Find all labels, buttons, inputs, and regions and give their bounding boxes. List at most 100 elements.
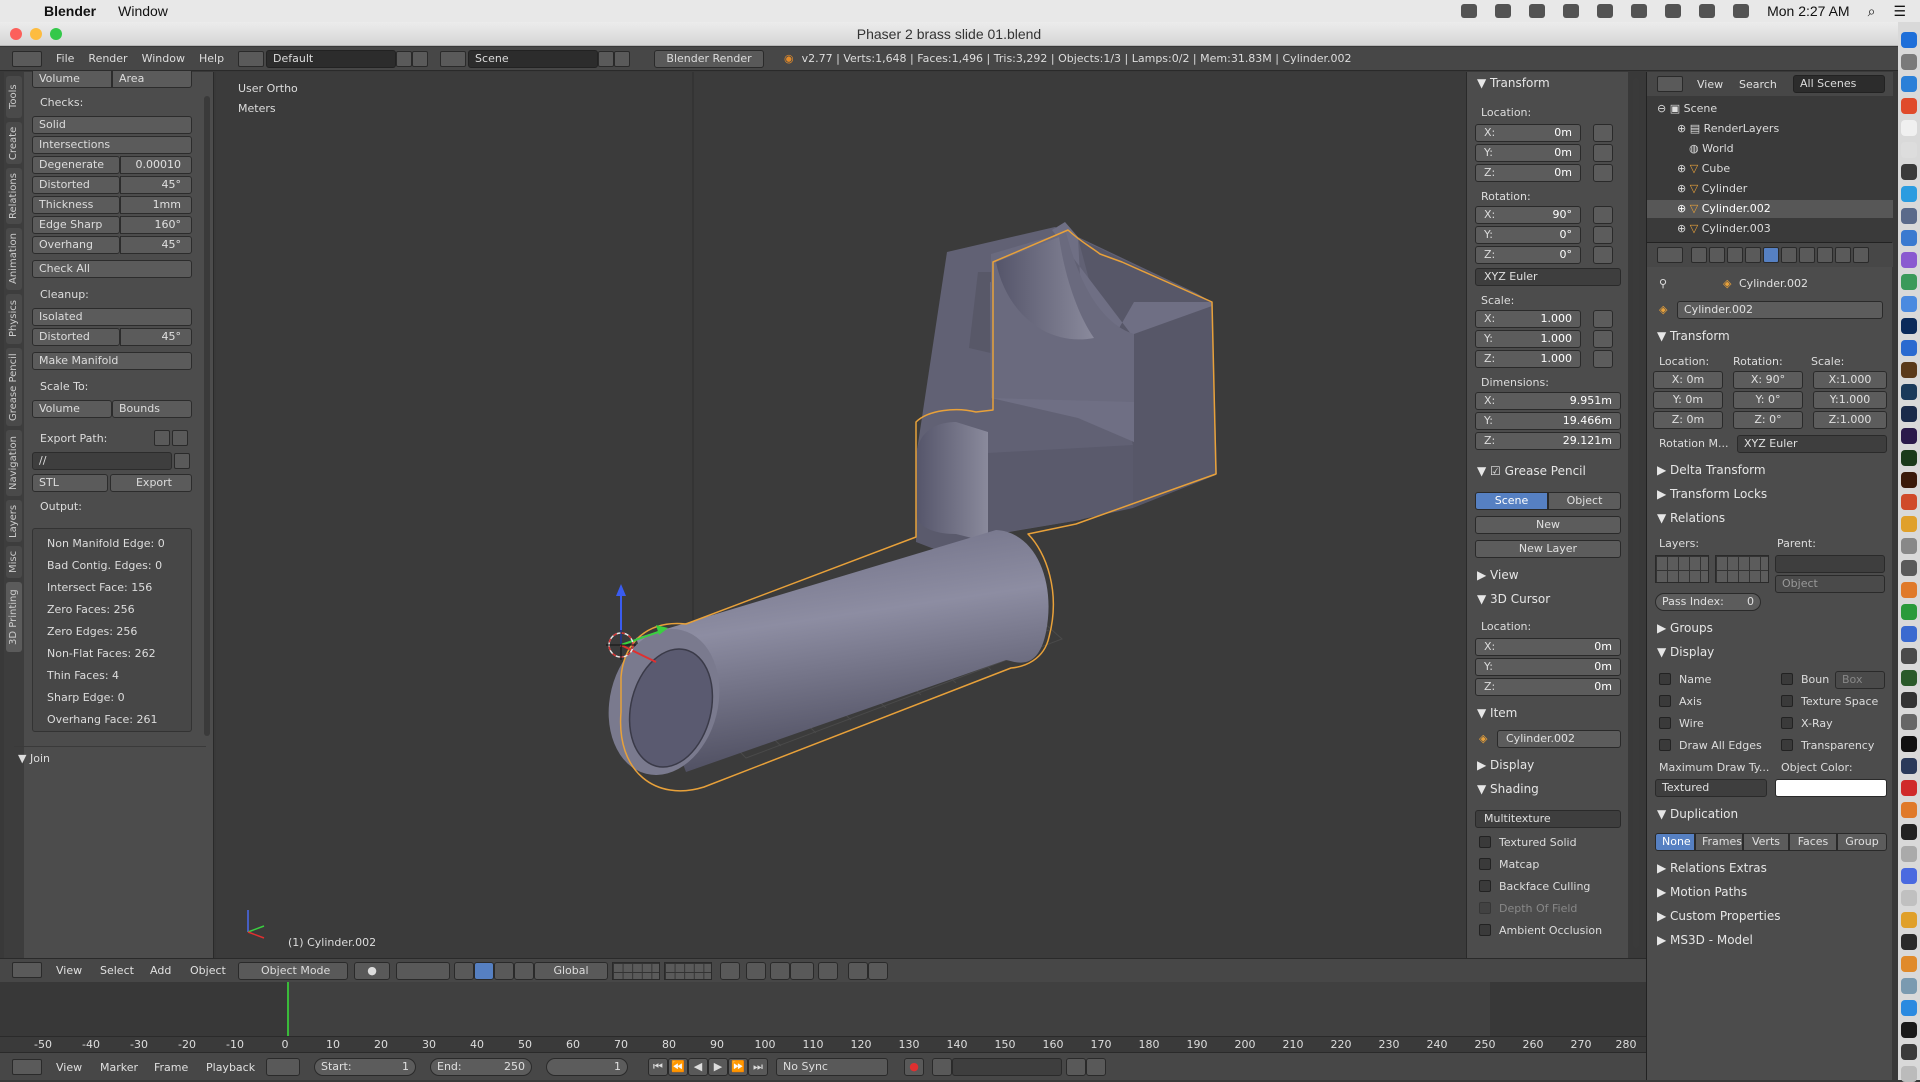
tab-layers[interactable]: Layers — [6, 500, 22, 542]
layer-buttons-2[interactable] — [664, 962, 712, 980]
close-window-icon[interactable] — [10, 28, 22, 40]
groups-header[interactable]: ▶ Groups — [1657, 621, 1713, 635]
export-button[interactable]: Export — [110, 474, 192, 492]
bounds-type-select[interactable]: Box — [1835, 671, 1885, 689]
window-menu[interactable]: Window — [118, 3, 168, 19]
app-icon[interactable] — [1901, 538, 1917, 554]
check-all-button[interactable]: Check All — [32, 260, 192, 278]
tab-physics[interactable]: Physics — [6, 294, 22, 344]
lightroom-icon[interactable] — [1901, 406, 1917, 422]
app-icon[interactable] — [1901, 802, 1917, 818]
app-icon[interactable] — [1901, 208, 1917, 224]
parent-type-select[interactable]: Object — [1775, 575, 1885, 593]
rotation-mode-select[interactable]: XYZ Euler — [1737, 435, 1887, 453]
gp-new-button[interactable]: New — [1475, 516, 1621, 534]
outliner-row-renderlayers[interactable]: ⊕ ▤ RenderLayers — [1647, 120, 1893, 138]
loc-z-field[interactable]: Z: 0m — [1653, 411, 1723, 429]
app-icon[interactable] — [1901, 384, 1917, 400]
volume-icon[interactable] — [1733, 4, 1750, 18]
format-select[interactable]: STL — [32, 474, 108, 492]
transform-panel-header[interactable]: ▼ Transform — [1657, 329, 1730, 343]
app-icon[interactable] — [1901, 494, 1917, 510]
export-path-input[interactable]: // — [32, 452, 172, 470]
distorted-cleanup-button[interactable]: Distorted — [32, 328, 120, 346]
dim-y-field[interactable]: Y: 19.466m — [1475, 412, 1621, 430]
menu-view[interactable]: View — [56, 964, 82, 977]
texture-tab-icon[interactable] — [1853, 247, 1869, 263]
constraints-tab-icon[interactable] — [1781, 247, 1797, 263]
edge-sharp-field[interactable]: 160° — [120, 216, 192, 234]
app-menu[interactable]: Blender — [44, 3, 96, 19]
proportional-edit-icon[interactable] — [746, 962, 766, 980]
opengl-anim-icon[interactable] — [868, 962, 888, 980]
tl-menu-playback[interactable]: Playback — [206, 1061, 255, 1074]
lock-icon[interactable] — [1593, 206, 1613, 224]
next-keyframe-icon[interactable]: ⏩ — [728, 1058, 748, 1076]
renderlayer-tab-icon[interactable] — [1709, 247, 1725, 263]
battery-icon[interactable] — [1699, 4, 1716, 18]
jump-end-icon[interactable]: ⏭ — [748, 1058, 768, 1076]
transparency-checkbox[interactable] — [1781, 739, 1793, 751]
add-layout-icon[interactable] — [396, 50, 413, 67]
scene-icon[interactable] — [440, 50, 467, 67]
loc-z-field[interactable]: Z: 0m — [1475, 164, 1581, 182]
browse-folder-icon[interactable] — [174, 453, 190, 469]
cursor-x-field[interactable]: X: 0m — [1475, 638, 1621, 656]
modifiers-tab-icon[interactable] — [1799, 247, 1815, 263]
axis-checkbox[interactable] — [1659, 695, 1671, 707]
texture-space-checkbox[interactable] — [1781, 695, 1793, 707]
menu-object[interactable]: Object — [190, 964, 226, 977]
photoshop-icon[interactable] — [1901, 318, 1917, 334]
object-color-swatch[interactable] — [1775, 779, 1887, 797]
relations-extras-header[interactable]: ▶ Relations Extras — [1657, 861, 1767, 875]
display-panel-header[interactable]: ▶ Display — [1477, 758, 1534, 772]
object-name-field[interactable]: Cylinder.002 — [1677, 301, 1883, 319]
launchpad-icon[interactable] — [1901, 54, 1917, 70]
app-icon[interactable] — [1901, 296, 1917, 312]
eyedropper-icon[interactable] — [154, 430, 170, 446]
layers-grid-2[interactable] — [1715, 555, 1769, 583]
manipulator-toggle-icon[interactable] — [454, 962, 474, 980]
app-icon[interactable] — [1901, 340, 1917, 356]
record-icon[interactable]: ● — [904, 1058, 924, 1076]
snap-toggle-icon[interactable] — [770, 962, 790, 980]
item-panel-header[interactable]: ▼ Item — [1477, 706, 1517, 720]
make-manifold-button[interactable]: Make Manifold — [32, 352, 192, 370]
app-icon[interactable] — [1901, 934, 1917, 950]
tl-menu-marker[interactable]: Marker — [100, 1061, 138, 1074]
depth-of-field-checkbox[interactable] — [1479, 902, 1491, 914]
scale-x-field[interactable]: X:1.000 — [1813, 371, 1887, 389]
wire-checkbox[interactable] — [1659, 717, 1671, 729]
distorted-button[interactable]: Distorted — [32, 176, 120, 194]
lock-icon[interactable] — [1593, 124, 1613, 142]
view-panel-header[interactable]: ▶ View — [1477, 568, 1519, 582]
render-engine-select[interactable]: Blender Render — [654, 49, 765, 68]
item-name-field[interactable]: Cylinder.002 — [1497, 730, 1621, 748]
gp-new-layer-button[interactable]: New Layer — [1475, 540, 1621, 558]
material-tab-icon[interactable] — [1835, 247, 1851, 263]
scale-z-field[interactable]: Z: 1.000 — [1475, 350, 1581, 368]
scale-x-field[interactable]: X:1.000 — [1475, 310, 1581, 328]
app-icon[interactable] — [1901, 1000, 1917, 1016]
bounds-checkbox[interactable] — [1781, 673, 1793, 685]
scene-field[interactable]: Scene — [468, 49, 599, 68]
menu-select[interactable]: Select — [100, 964, 134, 977]
lock-icon[interactable] — [1593, 144, 1613, 162]
textured-solid-checkbox[interactable] — [1479, 836, 1491, 848]
appstore-icon[interactable] — [1901, 230, 1917, 246]
layers-lock-icon[interactable] — [720, 962, 740, 980]
distorted-field[interactable]: 45° — [120, 176, 192, 194]
muse-icon[interactable] — [1901, 450, 1917, 466]
outliner-row-world[interactable]: ◍ World — [1647, 140, 1893, 158]
bluetooth-icon[interactable] — [1631, 4, 1648, 18]
shading-panel-header[interactable]: ▼ Shading — [1477, 782, 1539, 796]
layer-buttons-1[interactable] — [612, 962, 660, 980]
backface-culling-checkbox[interactable] — [1479, 880, 1491, 892]
grease-pencil-panel-header[interactable]: ▼ ☑ Grease Pencil — [1477, 464, 1586, 478]
tl-menu-frame[interactable]: Frame — [154, 1061, 188, 1074]
tab-tools[interactable]: Tools — [6, 76, 22, 118]
dup-none-tab[interactable]: None — [1655, 833, 1695, 851]
outliner-row-cylinder[interactable]: ⊕ ▽ Cylinder — [1647, 180, 1893, 198]
rot-y-field[interactable]: Y: 0° — [1475, 226, 1581, 244]
app-icon[interactable] — [1901, 1022, 1917, 1038]
